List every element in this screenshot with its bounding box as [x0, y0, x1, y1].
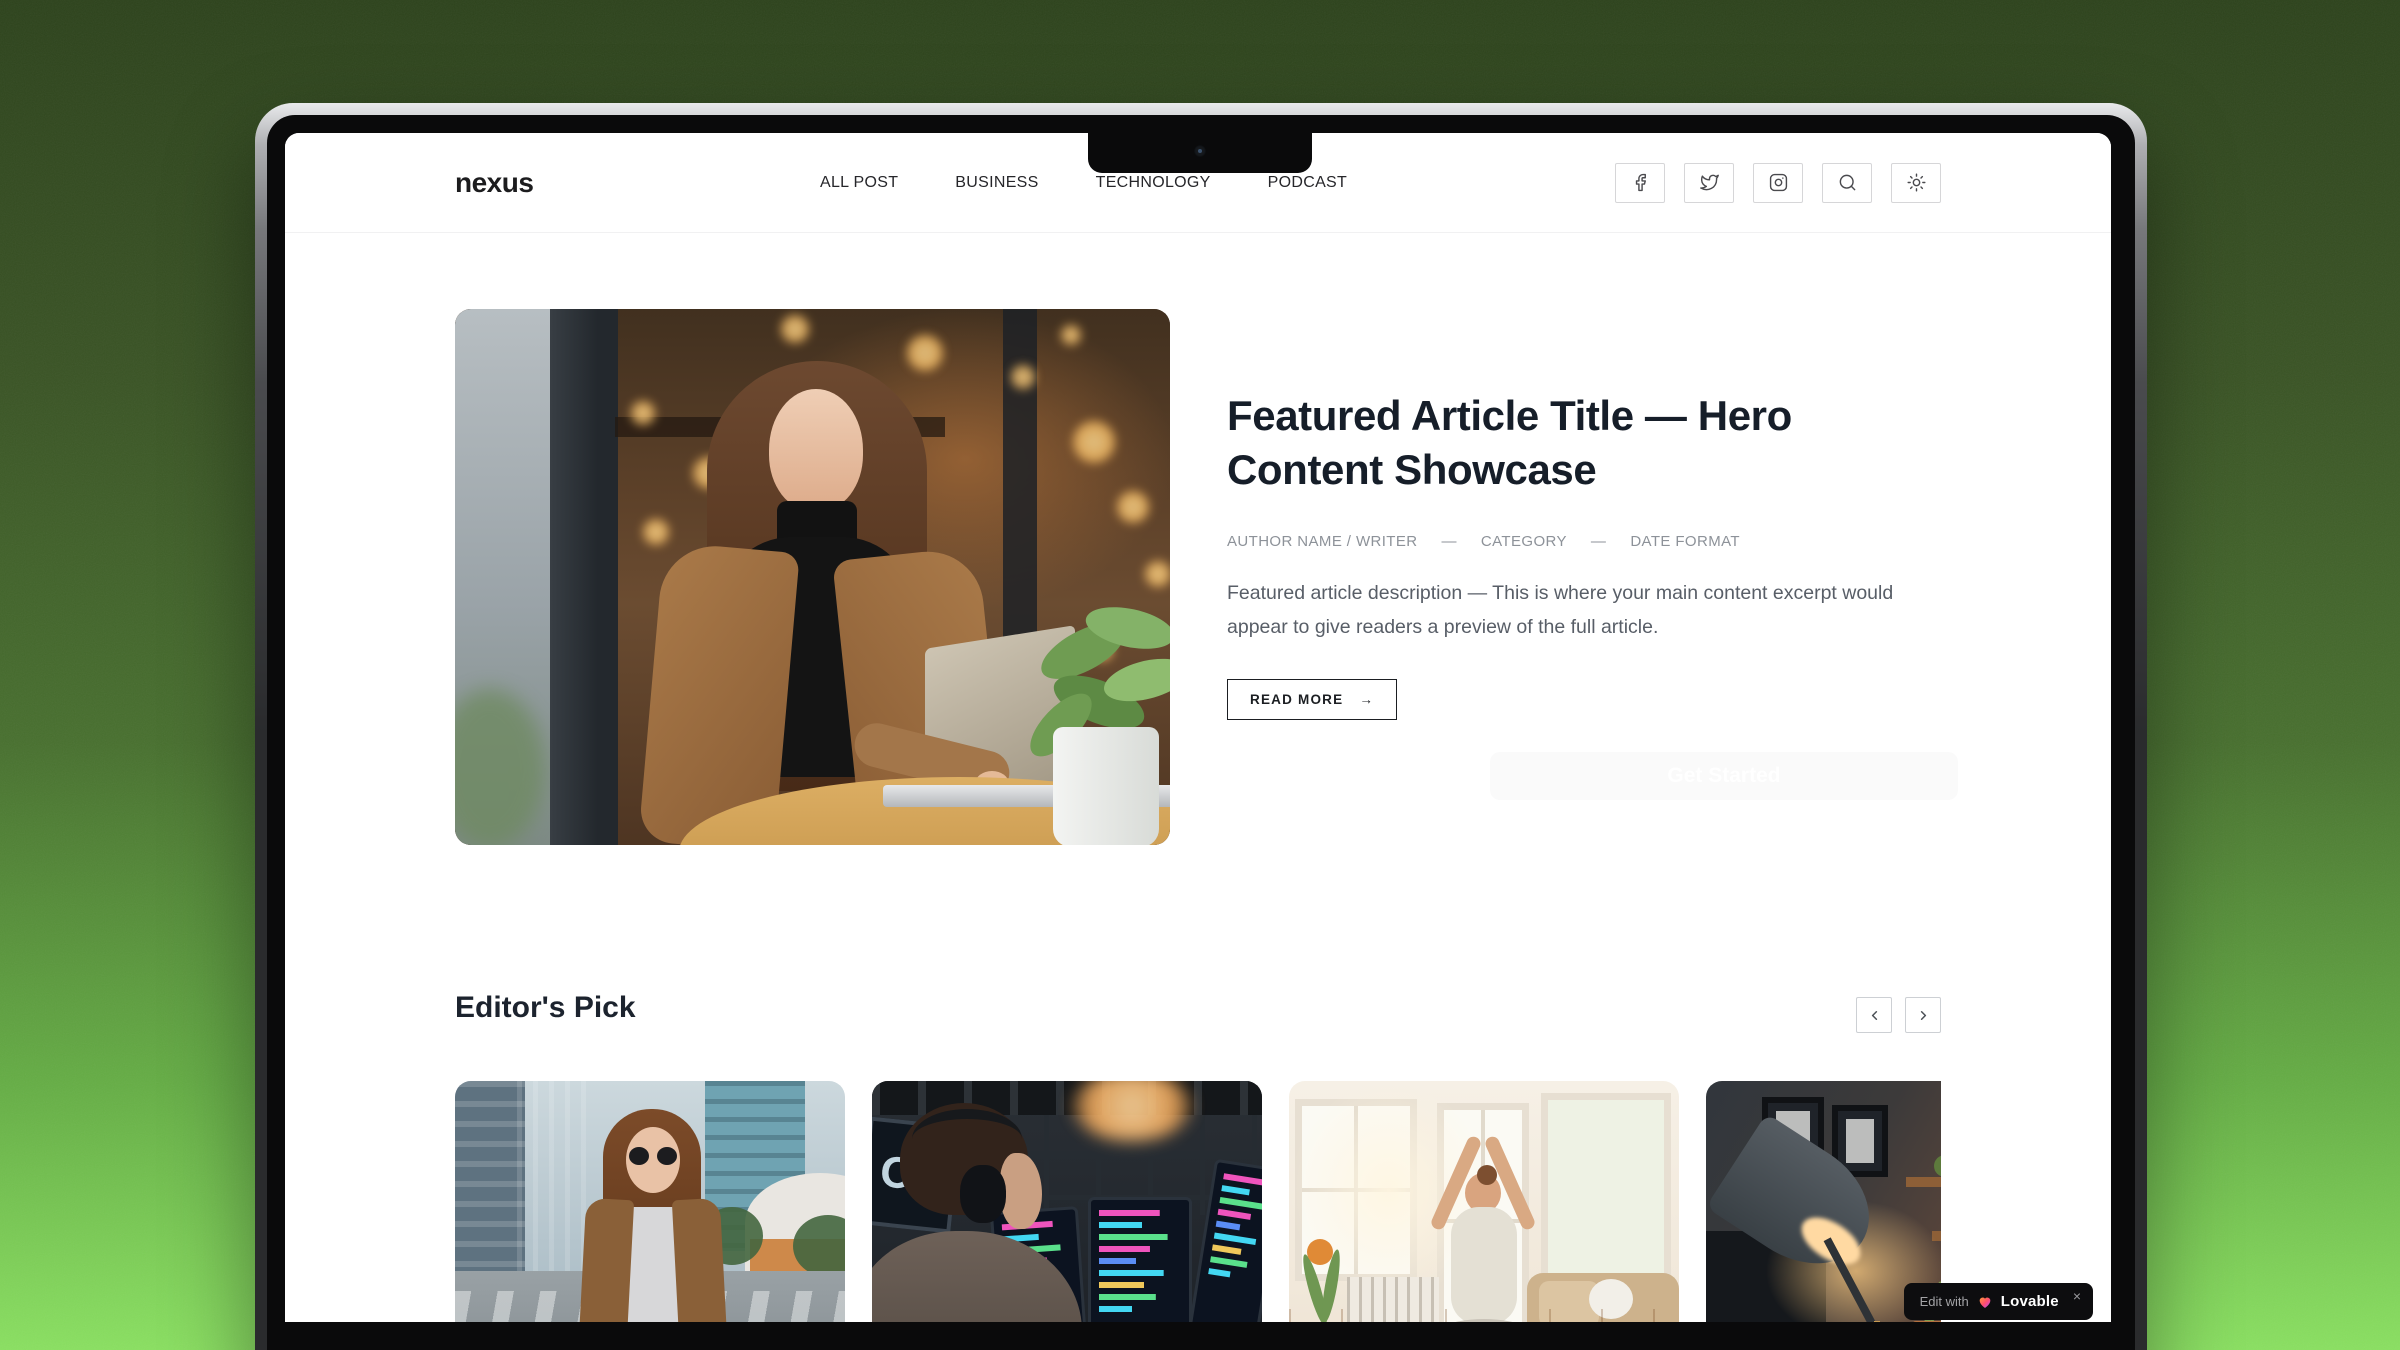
facebook-icon	[1631, 173, 1650, 192]
sunglass-lens	[657, 1147, 677, 1165]
article-description: Featured article description — This is w…	[1227, 576, 1942, 645]
article-card-street-style[interactable]	[455, 1081, 845, 1322]
nav-item-podcast[interactable]: PODCAST	[1268, 174, 1347, 192]
nav-item-technology[interactable]: TECHNOLOGY	[1096, 174, 1211, 192]
article-card-home-yoga[interactable]	[1289, 1081, 1679, 1322]
meta-category: CATEGORY	[1481, 533, 1567, 550]
carousel-track: OV	[455, 1081, 1941, 1322]
orange-flower	[1307, 1239, 1333, 1265]
lovable-badge[interactable]: Edit with Lovable ×	[1904, 1283, 2093, 1320]
bokeh-light	[1061, 325, 1081, 345]
headphones-band	[912, 1109, 1022, 1169]
plant-pot	[1053, 727, 1159, 845]
nav-item-all-post[interactable]: ALL POST	[820, 174, 898, 192]
window	[1541, 1093, 1671, 1285]
desktop-background: nexus ALL POST BUSINESS TECHNOLOGY PODCA…	[0, 0, 2400, 1350]
badge-brand: Lovable	[2001, 1293, 2059, 1310]
sun-icon	[1907, 173, 1926, 192]
featured-article-image[interactable]	[455, 309, 1170, 845]
twitter-icon	[1700, 173, 1719, 192]
brand-logo[interactable]: nexus	[455, 167, 533, 199]
carousel-prev-button[interactable]	[1856, 997, 1892, 1033]
frame-mat	[1846, 1119, 1874, 1163]
terracotta-pot	[1912, 1321, 1941, 1322]
lamp-stem	[1874, 1321, 1880, 1322]
header-actions	[1615, 163, 1941, 203]
ghost-cta-label: Get Started	[1667, 764, 1780, 788]
meta-date: DATE FORMAT	[1630, 533, 1740, 550]
featured-article-title: Featured Article Title — Hero Content Sh…	[1227, 389, 1907, 497]
webcam	[1194, 145, 1206, 157]
laptop-frame: nexus ALL POST BUSINESS TECHNOLOGY PODCA…	[255, 103, 2147, 1350]
window-frame-left	[550, 309, 618, 845]
woman-face	[769, 389, 863, 511]
carousel-nav	[1856, 997, 1941, 1033]
bokeh-light	[1011, 365, 1035, 389]
arrow-right-icon: →	[1359, 692, 1374, 707]
read-more-label: READ MORE	[1250, 692, 1343, 707]
meta-separator: —	[1442, 533, 1457, 550]
editors-pick-carousel: OV	[455, 1081, 1941, 1322]
bokeh-light	[643, 519, 669, 545]
yoga-torso	[1451, 1207, 1517, 1322]
featured-article: Featured Article Title — Hero Content Sh…	[1227, 389, 1967, 720]
wood-shelf	[1906, 1177, 1941, 1187]
article-card-developer-workspace[interactable]: OV	[872, 1081, 1262, 1322]
badge-close-icon[interactable]: ×	[2073, 1288, 2081, 1304]
laptop-bezel: nexus ALL POST BUSINESS TECHNOLOGY PODCA…	[267, 115, 2135, 1350]
article-meta: AUTHOR NAME / WRITER — CATEGORY — DATE F…	[1227, 533, 1967, 550]
bokeh-light	[781, 315, 809, 343]
theme-toggle-button[interactable]	[1891, 163, 1941, 203]
read-more-button[interactable]: READ MORE →	[1227, 679, 1397, 720]
bokeh-light	[907, 335, 943, 371]
sunglass-lens	[629, 1147, 649, 1165]
heart-icon	[1977, 1294, 1993, 1310]
chevron-right-icon	[1916, 1008, 1931, 1023]
sunglasses	[629, 1147, 677, 1165]
twitter-button[interactable]	[1684, 163, 1734, 203]
headphones-earcup	[960, 1165, 1006, 1223]
ghost-get-started-button: Get Started	[1490, 752, 1958, 800]
search-button[interactable]	[1822, 163, 1872, 203]
laptop-notch	[1088, 133, 1312, 173]
carousel-next-button[interactable]	[1905, 997, 1941, 1033]
instagram-button[interactable]	[1753, 163, 1803, 203]
search-icon	[1838, 173, 1857, 192]
bokeh-light	[631, 401, 655, 425]
meta-author: AUTHOR NAME / WRITER	[1227, 533, 1418, 550]
bokeh-light	[1117, 491, 1149, 523]
browser-screen: nexus ALL POST BUSINESS TECHNOLOGY PODCA…	[285, 133, 2111, 1322]
bokeh-light	[1145, 561, 1170, 587]
instagram-icon	[1769, 173, 1788, 192]
facebook-button[interactable]	[1615, 163, 1665, 203]
chevron-left-icon	[1867, 1008, 1882, 1023]
meta-separator: —	[1591, 533, 1606, 550]
monitor-code	[1088, 1197, 1192, 1322]
bokeh-light	[1073, 421, 1115, 463]
hair-bun	[1477, 1165, 1497, 1185]
radiator	[1347, 1277, 1439, 1322]
coat-left-panel	[576, 1198, 634, 1322]
badge-prefix: Edit with	[1920, 1294, 1969, 1309]
editors-pick-heading: Editor's Pick	[455, 991, 636, 1025]
nav-item-business[interactable]: BUSINESS	[955, 174, 1038, 192]
